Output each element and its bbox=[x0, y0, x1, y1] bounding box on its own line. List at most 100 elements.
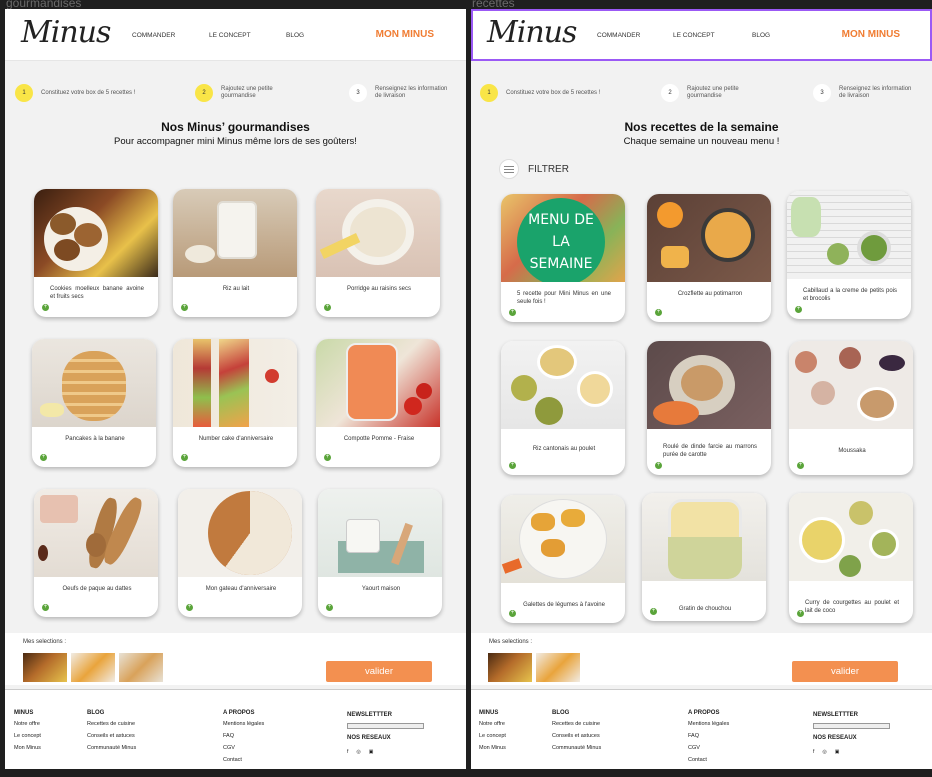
footer-heading: NEWSLETTTER bbox=[813, 712, 858, 718]
selection-thumbnail[interactable] bbox=[23, 653, 67, 682]
nav-le-concept[interactable]: LE CONCEPT bbox=[209, 32, 251, 39]
youtube-icon[interactable]: ▣ bbox=[835, 746, 840, 758]
footer-link[interactable]: FAQ bbox=[223, 730, 264, 742]
footer-link[interactable]: CGV bbox=[688, 742, 729, 754]
selection-thumbnail[interactable] bbox=[71, 653, 115, 682]
recipe-card[interactable]: MENU DE LA SEMAINE 5 recette pour Mini M… bbox=[501, 194, 625, 322]
footer-link[interactable]: Mentions légales bbox=[223, 718, 264, 730]
newsletter-input[interactable] bbox=[813, 723, 890, 729]
mon-minus-link[interactable]: MON MINUS bbox=[842, 29, 900, 40]
footer-link[interactable]: Mon Minus bbox=[14, 742, 41, 754]
footer-heading: MINUS bbox=[479, 710, 499, 716]
footer-heading: NOS RESEAUX bbox=[813, 735, 857, 741]
facebook-icon[interactable]: f bbox=[813, 746, 814, 758]
youtube-icon[interactable]: ▣ bbox=[369, 746, 374, 758]
recipe-card[interactable]: Number cake d'anniversaire + bbox=[173, 339, 297, 467]
recipe-card[interactable]: Cookies moelleux banane avoine et fruits… bbox=[34, 189, 158, 317]
step-2: 2 Rajoutez une petite gourmandise bbox=[661, 84, 752, 102]
add-icon[interactable]: + bbox=[655, 309, 662, 316]
add-icon[interactable]: + bbox=[509, 309, 516, 316]
recipe-caption: Oeufs de paque au dattes bbox=[62, 586, 132, 592]
filter-control[interactable]: FILTRER bbox=[499, 159, 569, 179]
recipe-image bbox=[173, 189, 297, 277]
recipe-card[interactable]: Galettes de légumes à l'avoine + bbox=[501, 495, 625, 623]
footer-link[interactable]: Le concept bbox=[14, 730, 41, 742]
instagram-icon[interactable]: ◎ bbox=[822, 746, 826, 758]
recipe-card[interactable]: Cabillaud a la creme de petits pois et b… bbox=[787, 191, 911, 319]
add-icon[interactable]: + bbox=[655, 462, 662, 469]
filter-label[interactable]: FILTRER bbox=[528, 164, 569, 175]
add-icon[interactable]: + bbox=[324, 304, 331, 311]
footer-link[interactable]: FAQ bbox=[688, 730, 729, 742]
minus-logo[interactable]: Minus bbox=[21, 15, 111, 50]
footer-link[interactable]: Contact bbox=[223, 754, 264, 766]
footer-link[interactable]: Conseils et astuces bbox=[552, 730, 601, 742]
recipe-card[interactable]: Crozflette au potimarron + bbox=[647, 194, 771, 322]
footer-link[interactable]: Communauté Minus bbox=[87, 742, 136, 754]
mon-minus-link[interactable]: MON MINUS bbox=[376, 29, 434, 40]
step-3: 3 Renseignez les information de livraiso… bbox=[349, 84, 455, 102]
footer-link[interactable]: Contact bbox=[688, 754, 729, 766]
add-icon[interactable]: + bbox=[509, 610, 516, 617]
add-icon[interactable]: + bbox=[42, 604, 49, 611]
nav-commander[interactable]: COMMANDER bbox=[132, 32, 175, 39]
footer-link[interactable]: CGV bbox=[223, 742, 264, 754]
add-icon[interactable]: + bbox=[797, 462, 804, 469]
add-icon[interactable]: + bbox=[326, 604, 333, 611]
footer: MINUS Notre offre Le concept Mon Minus B… bbox=[5, 689, 466, 769]
footer-link[interactable]: Recettes de cuisine bbox=[552, 718, 601, 730]
footer-heading: A PROPOS bbox=[223, 710, 255, 716]
recipe-card[interactable]: Oeufs de paque au dattes + bbox=[34, 489, 158, 617]
step-1: 1 Constituez votre box de 5 recettes ! bbox=[480, 84, 616, 102]
recipe-card[interactable]: Pancakes à la banane + bbox=[32, 339, 156, 467]
nav-blog[interactable]: BLOG bbox=[752, 32, 770, 39]
recipe-card[interactable]: Moussaka + bbox=[789, 341, 913, 475]
selection-thumbnail[interactable] bbox=[536, 653, 580, 682]
recettes-page: Minus COMMANDER LE CONCEPT BLOG MON MINU… bbox=[471, 9, 932, 769]
validate-button[interactable]: valider bbox=[326, 661, 432, 682]
recipe-caption: Mon gateau d'anniversaire bbox=[205, 586, 277, 592]
footer-link[interactable]: Communauté Minus bbox=[552, 742, 601, 754]
footer-link[interactable]: Le concept bbox=[479, 730, 506, 742]
recipe-card[interactable]: Yaourt maison + bbox=[318, 489, 442, 617]
recipe-card[interactable]: Curry de courgettes au poulet et lait de… bbox=[789, 493, 913, 623]
footer-link[interactable]: Notre offre bbox=[479, 718, 506, 730]
recipe-card[interactable]: Riz au lait + bbox=[173, 189, 297, 317]
nav-le-concept[interactable]: LE CONCEPT bbox=[673, 32, 715, 39]
footer-link[interactable]: Mentions légales bbox=[688, 718, 729, 730]
newsletter-input[interactable] bbox=[347, 723, 424, 729]
add-icon[interactable]: + bbox=[181, 454, 188, 461]
add-icon[interactable]: + bbox=[40, 454, 47, 461]
recipe-card[interactable]: Mon gateau d'anniversaire + bbox=[178, 489, 302, 617]
add-icon[interactable]: + bbox=[186, 604, 193, 611]
recipe-caption: Cookies moelleux banane avoine et fruits… bbox=[50, 286, 144, 301]
recipe-card[interactable]: Porridge au raisins secs + bbox=[316, 189, 440, 317]
nav-blog[interactable]: BLOG bbox=[286, 32, 304, 39]
recipe-card[interactable]: Compotte Pomme - Fraise + bbox=[316, 339, 440, 467]
footer-link[interactable]: Conseils et astuces bbox=[87, 730, 136, 742]
recipe-card[interactable]: Roulé de dinde farcie au marrons purée d… bbox=[647, 341, 771, 475]
add-icon[interactable]: + bbox=[181, 304, 188, 311]
recipe-card[interactable]: Gratin de chouchou + bbox=[642, 493, 766, 621]
add-icon[interactable]: + bbox=[324, 454, 331, 461]
footer-link[interactable]: Mon Minus bbox=[479, 742, 506, 754]
recipe-image bbox=[318, 489, 442, 577]
menu-icon[interactable] bbox=[499, 159, 519, 179]
recipe-card[interactable]: Riz cantonais au poulet + bbox=[501, 341, 625, 475]
add-icon[interactable]: + bbox=[650, 608, 657, 615]
add-icon[interactable]: + bbox=[795, 306, 802, 313]
validate-button[interactable]: valider bbox=[792, 661, 898, 682]
footer-heading: BLOG bbox=[87, 710, 105, 716]
selection-thumbnail[interactable] bbox=[488, 653, 532, 682]
step-text: Constituez votre box de 5 recettes ! bbox=[41, 89, 136, 96]
nav-commander[interactable]: COMMANDER bbox=[597, 32, 640, 39]
instagram-icon[interactable]: ◎ bbox=[356, 746, 360, 758]
footer-link[interactable]: Notre offre bbox=[14, 718, 41, 730]
facebook-icon[interactable]: f bbox=[347, 746, 348, 758]
footer-link[interactable]: Recettes de cuisine bbox=[87, 718, 136, 730]
selection-thumbnail[interactable] bbox=[119, 653, 163, 682]
add-icon[interactable]: + bbox=[509, 462, 516, 469]
add-icon[interactable]: + bbox=[797, 610, 804, 617]
add-icon[interactable]: + bbox=[42, 304, 49, 311]
minus-logo[interactable]: Minus bbox=[487, 15, 577, 50]
